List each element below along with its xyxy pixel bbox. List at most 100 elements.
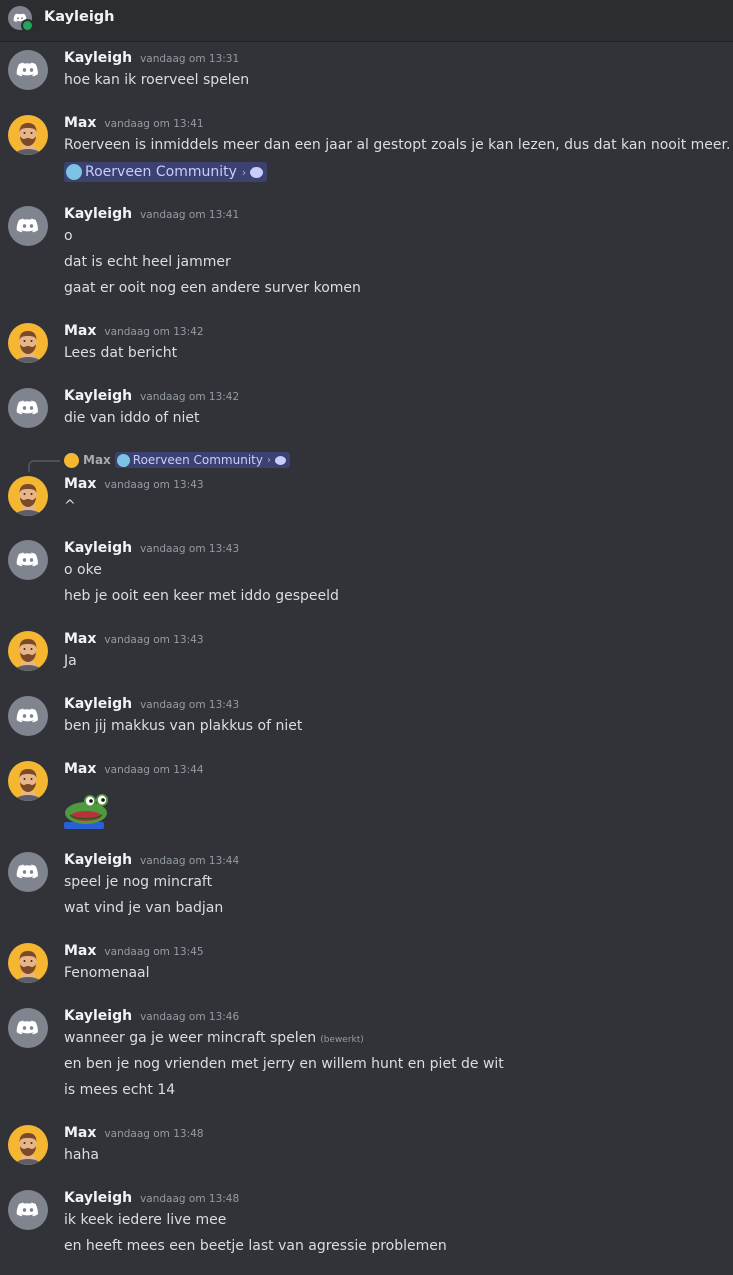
reply-avatar	[64, 452, 79, 468]
avatar[interactable]	[8, 761, 48, 801]
avatar[interactable]	[8, 1190, 48, 1230]
timestamp: vandaag om 13:41	[140, 209, 240, 221]
timestamp: vandaag om 13:46	[140, 1011, 240, 1023]
message-text: dat is echt heel jammer	[64, 254, 231, 270]
message-text: die van iddo of niet	[64, 410, 200, 426]
author-name[interactable]: Kayleigh	[64, 50, 132, 66]
dm-header: Kayleigh	[0, 0, 733, 42]
avatar[interactable]	[8, 852, 48, 892]
dm-avatar[interactable]	[8, 6, 34, 32]
avatar[interactable]	[8, 631, 48, 671]
author-name[interactable]: Kayleigh	[64, 388, 132, 404]
reply-mention-label: Roerveen Community	[132, 453, 263, 467]
author-name[interactable]: Max	[64, 1125, 96, 1141]
timestamp: vandaag om 13:45	[104, 946, 204, 958]
timestamp: vandaag om 13:43	[104, 634, 204, 646]
author-name[interactable]: Max	[64, 943, 96, 959]
avatar[interactable]	[8, 696, 48, 736]
online-status-dot	[21, 19, 34, 32]
max-avatar	[13, 123, 43, 155]
avatar[interactable]	[8, 943, 48, 983]
max-avatar	[13, 1133, 43, 1165]
message-text: Lees dat bericht	[64, 345, 178, 361]
avatar[interactable]	[8, 115, 48, 155]
discord-default-icon	[16, 62, 38, 77]
message-text: gaat er ooit nog een andere surver komen	[64, 280, 361, 296]
avatar[interactable]	[8, 323, 48, 363]
pepe-frog-emoji[interactable]	[64, 793, 112, 829]
message-text: Ja	[64, 653, 77, 669]
timestamp: vandaag om 13:43	[140, 543, 240, 555]
chat-bubble-icon	[274, 455, 286, 465]
author-name[interactable]: Max	[64, 115, 96, 131]
message-text: ^	[64, 498, 76, 514]
author-name[interactable]: Kayleigh	[64, 206, 132, 222]
timestamp: vandaag om 13:44	[104, 764, 204, 776]
timestamp: vandaag om 13:48	[140, 1193, 240, 1205]
channel-mention[interactable]: Roerveen Community ›	[64, 162, 268, 182]
reply-preview[interactable]: Max Roerveen Community ›	[64, 452, 290, 468]
message-text: ben jij makkus van plakkus of niet	[64, 718, 303, 734]
message-text: hoe kan ik roerveel spelen	[64, 72, 250, 88]
message-text: wanneer ga je weer mincraft spelen (bewer…	[64, 1030, 364, 1046]
channel-mention-label: Roerveen Community	[85, 164, 237, 180]
dm-title: Kayleigh	[44, 9, 115, 25]
edited-label: (bewerkt)	[320, 1035, 364, 1045]
max-avatar	[13, 331, 43, 363]
author-name[interactable]: Kayleigh	[64, 696, 132, 712]
message-text: is mees echt 14	[64, 1082, 176, 1098]
message-text: speel je nog mincraft	[64, 874, 213, 890]
message-text: en heeft mees een beetje last van agress…	[64, 1238, 447, 1254]
message-text: wat vind je van badjan	[64, 900, 224, 916]
timestamp: vandaag om 13:48	[104, 1128, 204, 1140]
message-text: ik keek iedere live mee	[64, 1212, 227, 1228]
author-name[interactable]: Kayleigh	[64, 1190, 132, 1206]
max-avatar	[13, 951, 43, 983]
timestamp: vandaag om 13:43	[140, 699, 240, 711]
max-avatar	[13, 769, 43, 801]
discord-default-icon	[16, 864, 38, 879]
timestamp: vandaag om 13:43	[104, 479, 204, 491]
message-text: o	[64, 228, 73, 244]
discord-default-icon	[16, 218, 38, 233]
avatar[interactable]	[8, 1008, 48, 1048]
reply-channel-mention[interactable]: Roerveen Community ›	[114, 452, 290, 468]
chevron-right-icon: ›	[241, 165, 247, 179]
author-name[interactable]: Max	[64, 761, 96, 777]
timestamp: vandaag om 13:42	[140, 391, 240, 403]
reply-connector	[28, 460, 60, 472]
reply-author[interactable]: Max	[83, 453, 111, 467]
author-name[interactable]: Max	[64, 323, 96, 339]
max-avatar	[13, 639, 43, 671]
server-icon	[66, 164, 82, 180]
avatar[interactable]	[8, 50, 48, 90]
timestamp: vandaag om 13:41	[104, 118, 204, 130]
timestamp: vandaag om 13:31	[140, 53, 240, 65]
discord-default-icon	[16, 1020, 38, 1035]
author-name[interactable]: Max	[64, 631, 96, 647]
author-name[interactable]: Max	[64, 476, 96, 492]
avatar[interactable]	[8, 388, 48, 428]
timestamp: vandaag om 13:42	[104, 326, 204, 338]
discord-default-icon	[16, 552, 38, 567]
timestamp: vandaag om 13:44	[140, 855, 240, 867]
avatar[interactable]	[8, 1125, 48, 1165]
discord-default-icon	[16, 400, 38, 415]
message-text-content: wanneer ga je weer mincraft spelen	[64, 1030, 317, 1046]
author-name[interactable]: Kayleigh	[64, 852, 132, 868]
max-avatar	[13, 484, 43, 516]
message-text: heb je ooit een keer met iddo gespeeld	[64, 588, 339, 604]
chat-bubble-icon	[250, 166, 264, 178]
message-text: Fenomenaal	[64, 965, 150, 981]
message-text: haha	[64, 1147, 99, 1163]
message-text: en ben je nog vrienden met jerry en will…	[64, 1056, 504, 1072]
discord-default-icon	[16, 708, 38, 723]
avatar[interactable]	[8, 206, 48, 246]
message-text: Roerveen is inmiddels meer dan een jaar …	[64, 137, 731, 153]
discord-default-icon	[16, 1202, 38, 1217]
author-name[interactable]: Kayleigh	[64, 540, 132, 556]
avatar[interactable]	[8, 540, 48, 580]
author-name[interactable]: Kayleigh	[64, 1008, 132, 1024]
avatar[interactable]	[8, 476, 48, 516]
chevron-right-icon: ›	[266, 454, 271, 466]
